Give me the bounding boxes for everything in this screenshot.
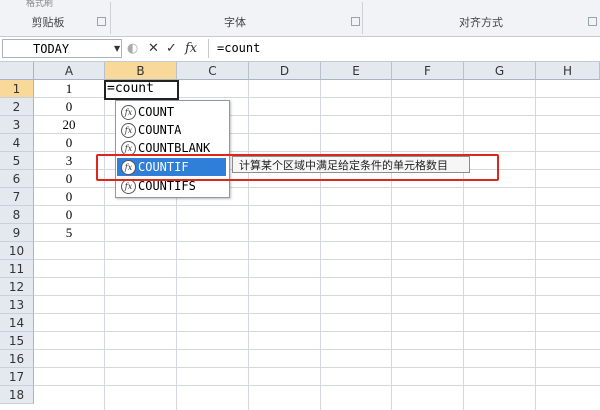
insert-function-icon[interactable]: fx	[185, 40, 197, 58]
cell-a8[interactable]: 0	[34, 206, 104, 224]
function-icon: fx	[121, 105, 136, 120]
gridline	[34, 205, 600, 206]
gridline	[34, 349, 600, 350]
format-painter-label[interactable]: 格式刷	[26, 0, 53, 9]
formula-input[interactable]: =count	[208, 39, 598, 58]
function-icon: fx	[121, 179, 136, 194]
active-cell-b1[interactable]: =count	[104, 80, 179, 100]
ribbon-group-clipboard: 剪贴板	[31, 16, 65, 29]
column-header-f[interactable]: F	[392, 62, 464, 80]
column-header-h[interactable]: H	[536, 62, 600, 80]
ribbon-group-font: 字体	[224, 16, 246, 29]
gridline	[34, 241, 600, 242]
gridline	[391, 80, 392, 410]
function-autocomplete-list: fx COUNT fx COUNTA fx COUNTBLANK fx COUN…	[115, 100, 230, 198]
font-launcher-icon[interactable]	[351, 17, 360, 26]
column-header-b[interactable]: B	[105, 62, 177, 80]
row-header[interactable]: 10	[0, 242, 34, 260]
clipboard-launcher-icon[interactable]	[97, 17, 106, 26]
gridline	[34, 259, 600, 260]
select-all-corner[interactable]	[0, 62, 34, 80]
column-header-d[interactable]: D	[249, 62, 321, 80]
row-header[interactable]: 3	[0, 116, 34, 134]
autocomplete-item-label: COUNTA	[138, 123, 182, 137]
gridline	[104, 80, 105, 410]
gridline	[320, 80, 321, 410]
cell-a3[interactable]: 20	[34, 116, 104, 134]
gridline	[34, 367, 600, 368]
function-icon: fx	[121, 123, 136, 138]
row-header[interactable]: 5	[0, 152, 34, 170]
cell-a5[interactable]: 3	[34, 152, 104, 170]
row-header[interactable]: 17	[0, 368, 34, 386]
gridline	[248, 80, 249, 410]
name-box[interactable]: TODAY	[2, 39, 122, 58]
formula-bar: TODAY ▼ ◐ ✕ ✓ fx =count	[0, 37, 600, 62]
cell-a2[interactable]: 0	[34, 98, 104, 116]
autocomplete-item-count[interactable]: fx COUNT	[117, 103, 226, 121]
gridline	[34, 331, 600, 332]
gridline	[34, 313, 600, 314]
ribbon-group-alignment: 对齐方式	[459, 16, 503, 29]
gridline	[34, 223, 600, 224]
column-header-g[interactable]: G	[464, 62, 536, 80]
row-header[interactable]: 11	[0, 260, 34, 278]
row-header[interactable]: 14	[0, 314, 34, 332]
annotation-highlight-box	[96, 154, 499, 181]
row-header[interactable]: 2	[0, 98, 34, 116]
row-header[interactable]: 1	[0, 80, 34, 98]
row-header[interactable]: 12	[0, 278, 34, 296]
cell-a9[interactable]: 5	[34, 224, 104, 242]
column-header-c[interactable]: C	[177, 62, 249, 80]
row-header[interactable]: 6	[0, 170, 34, 188]
enter-icon[interactable]: ✓	[166, 40, 177, 58]
row-header[interactable]: 8	[0, 206, 34, 224]
alignment-launcher-icon[interactable]	[588, 17, 597, 26]
autocomplete-item-counta[interactable]: fx COUNTA	[117, 121, 226, 139]
row-header[interactable]: 9	[0, 224, 34, 242]
column-header-a[interactable]: A	[34, 62, 105, 80]
row-header[interactable]: 15	[0, 332, 34, 350]
ribbon: 格式刷 剪贴板 字体 对齐方式	[0, 0, 600, 37]
cell-a7[interactable]: 0	[34, 188, 104, 206]
row-header[interactable]: 7	[0, 188, 34, 206]
row-header[interactable]: 4	[0, 134, 34, 152]
row-header[interactable]: 16	[0, 350, 34, 368]
separator-grip-icon: ◐	[127, 41, 139, 56]
autocomplete-item-label: COUNT	[138, 105, 175, 119]
name-box-dropdown-icon[interactable]: ▼	[114, 44, 120, 53]
gridline	[463, 80, 464, 410]
cancel-icon[interactable]: ✕	[148, 40, 159, 58]
column-header-e[interactable]: E	[321, 62, 392, 80]
row-header[interactable]: 18	[0, 386, 34, 404]
gridline	[34, 385, 600, 386]
cell-a6[interactable]: 0	[34, 170, 104, 188]
cell-a1[interactable]: 1	[34, 80, 104, 98]
row-header[interactable]: 13	[0, 296, 34, 314]
gridline	[34, 295, 600, 296]
gridline	[535, 80, 536, 410]
cell-a4[interactable]: 0	[34, 134, 104, 152]
gridline	[34, 277, 600, 278]
